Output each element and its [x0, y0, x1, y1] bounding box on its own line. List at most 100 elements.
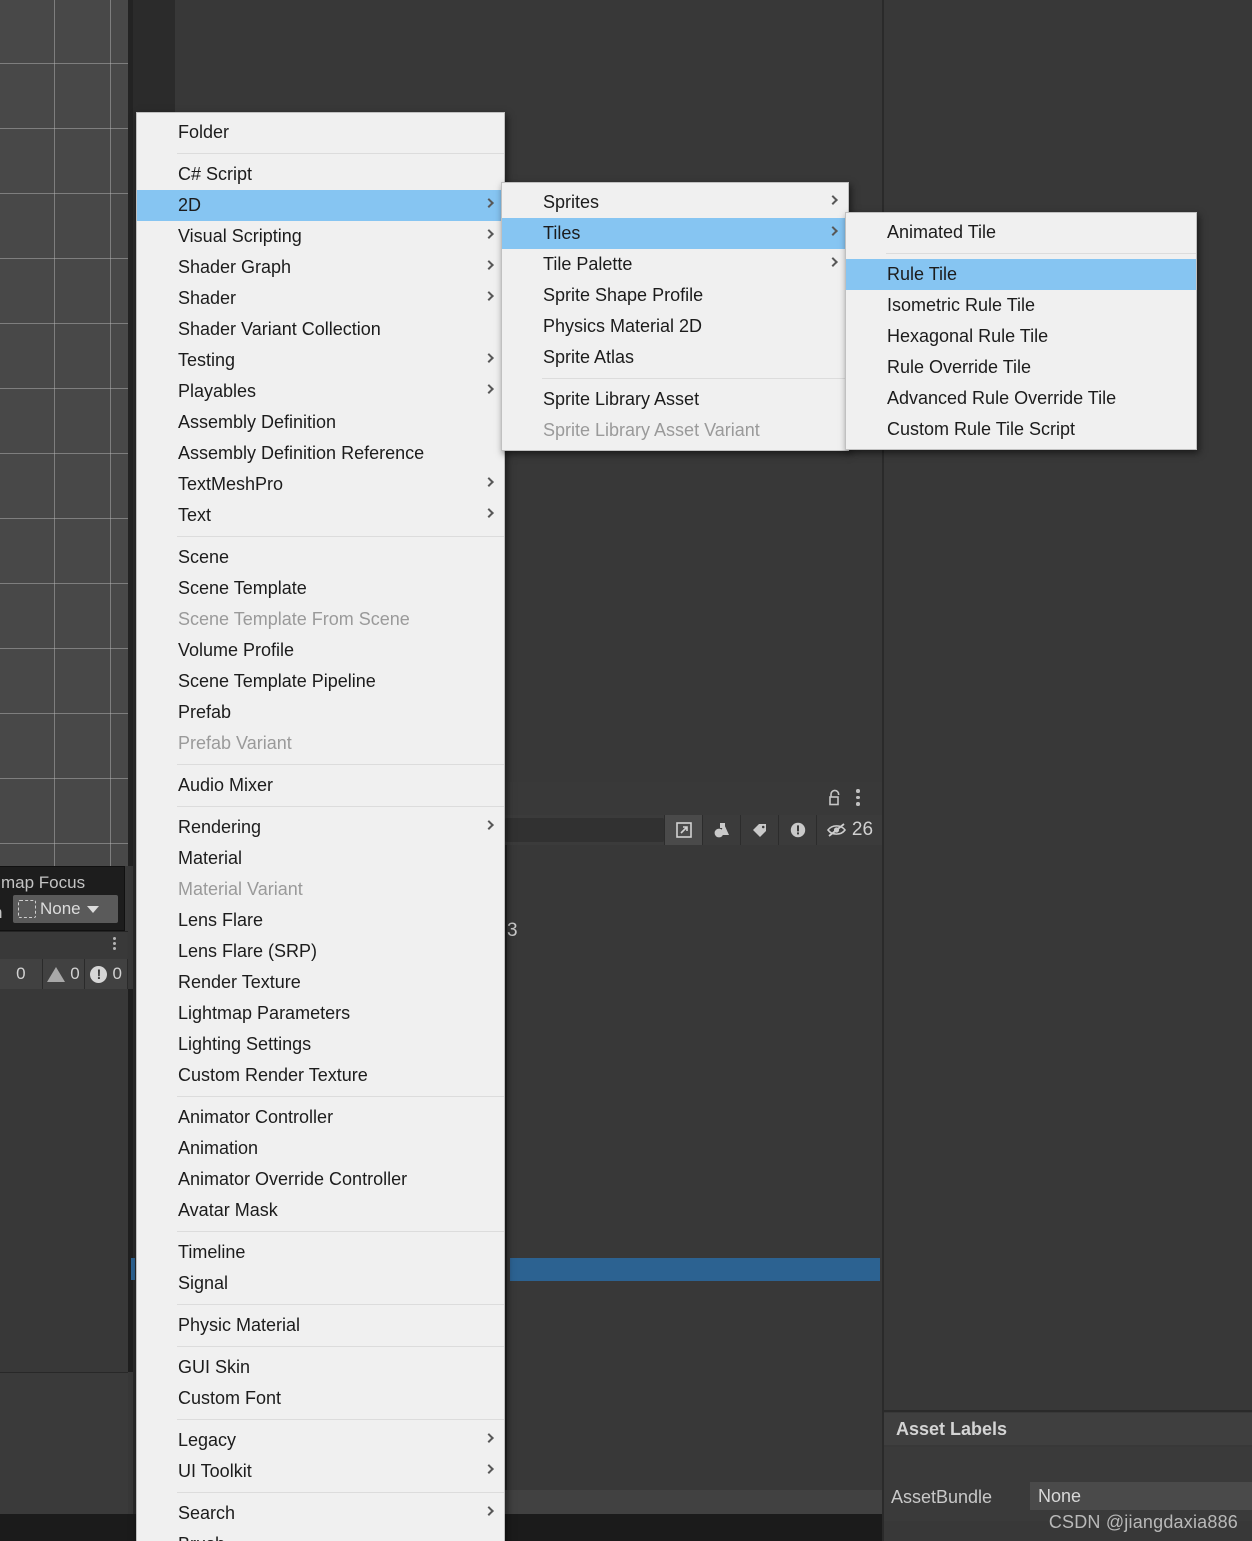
submenu-tiles-item-advanced-rule-override-tile[interactable]: Advanced Rule Override Tile: [846, 383, 1196, 414]
project-selected-row[interactable]: [510, 1258, 880, 1281]
console-warning-count[interactable]: 0: [42, 959, 86, 989]
lightmap-focus-title: map Focus: [1, 873, 86, 892]
menu-item-label: Isometric Rule Tile: [887, 295, 1036, 315]
chevron-right-icon: [484, 383, 494, 394]
menu-item-label: Animator Override Controller: [178, 1169, 408, 1189]
menu-item-label: Assembly Definition: [178, 412, 337, 432]
menu-item-shader[interactable]: Shader: [137, 283, 504, 314]
submenu-2d-item-tile-palette[interactable]: Tile Palette: [502, 249, 848, 280]
assetbundle-label: AssetBundle: [891, 1487, 993, 1507]
menu-item-audio-mixer[interactable]: Audio Mixer: [137, 770, 504, 801]
menu-item-render-texture[interactable]: Render Texture: [137, 967, 504, 998]
menu-item-shader-variant-collection[interactable]: Shader Variant Collection: [137, 314, 504, 345]
submenu-2d-item-sprite-shape-profile[interactable]: Sprite Shape Profile: [502, 280, 848, 311]
menu-item-label: Custom Font: [178, 1388, 282, 1408]
menu-item-lens-flare[interactable]: Lens Flare: [137, 905, 504, 936]
project-panel-menu-kebab-icon[interactable]: [856, 789, 860, 806]
assetbundle-dropdown[interactable]: None: [1030, 1482, 1252, 1510]
menu-item-prefab[interactable]: Prefab: [137, 697, 504, 728]
menu-item-search[interactable]: Search: [137, 1498, 504, 1529]
menu-item-animator-override-controller[interactable]: Animator Override Controller: [137, 1164, 504, 1195]
menu-item-rendering[interactable]: Rendering: [137, 812, 504, 843]
menu-item-label: Animated Tile: [887, 222, 997, 242]
submenu-2d-item-physics-material-2d[interactable]: Physics Material 2D: [502, 311, 848, 342]
lightmap-focus-overlay: map Focus n None: [0, 866, 125, 931]
menu-item-label: Sprites: [543, 192, 600, 212]
menu-item-timeline[interactable]: Timeline: [137, 1237, 504, 1268]
menu-item-testing[interactable]: Testing: [137, 345, 504, 376]
scene-view-grid[interactable]: [0, 0, 128, 866]
submenu-2d-item-sprite-atlas[interactable]: Sprite Atlas: [502, 342, 848, 373]
menu-item-scene-template-pipeline[interactable]: Scene Template Pipeline: [137, 666, 504, 697]
submenu-tiles-item-rule-override-tile[interactable]: Rule Override Tile: [846, 352, 1196, 383]
submenu-2d-item-sprite-library-asset[interactable]: Sprite Library Asset: [502, 384, 848, 415]
menu-item-legacy[interactable]: Legacy: [137, 1425, 504, 1456]
submenu-tiles-item-custom-rule-tile-script[interactable]: Custom Rule Tile Script: [846, 414, 1196, 445]
menu-item-label: UI Toolkit: [178, 1461, 252, 1481]
menu-item-text[interactable]: Text: [137, 500, 504, 531]
menu-item-label: Material Variant: [178, 879, 303, 899]
menu-item-animation[interactable]: Animation: [137, 1133, 504, 1164]
menu-item-ui-toolkit[interactable]: UI Toolkit: [137, 1456, 504, 1487]
submenu-tiles[interactable]: Animated Tile Rule Tile Isometric Rule Til…: [845, 212, 1197, 450]
menu-item-label: Audio Mixer: [178, 775, 274, 795]
chevron-right-icon: [484, 1505, 494, 1516]
lock-icon[interactable]: [826, 789, 844, 807]
menu-item-visual-scripting[interactable]: Visual Scripting: [137, 221, 504, 252]
project-panel-footer: [505, 1490, 882, 1514]
menu-item-signal[interactable]: Signal: [137, 1268, 504, 1299]
console-menu-kebab-icon[interactable]: [113, 937, 116, 950]
console-error-count-value: 0: [112, 964, 122, 983]
lightmap-focus-dropdown[interactable]: None: [13, 895, 118, 923]
menu-item-shader-graph[interactable]: Shader Graph: [137, 252, 504, 283]
menu-item-animator-controller[interactable]: Animator Controller: [137, 1102, 504, 1133]
create-asset-context-menu[interactable]: Folder C# Script 2D Visual Scripting Shader …: [136, 112, 505, 1541]
menu-item-custom-font[interactable]: Custom Font: [137, 1383, 504, 1414]
menu-item-custom-render-texture[interactable]: Custom Render Texture: [137, 1060, 504, 1091]
chevron-right-icon: [484, 352, 494, 363]
toolbar-labels-button[interactable]: [740, 815, 778, 845]
menu-item-volume-profile[interactable]: Volume Profile: [137, 635, 504, 666]
menu-item-2d[interactable]: 2D: [137, 190, 504, 221]
console-log-count[interactable]: 0: [0, 959, 43, 989]
submenu-tiles-item-animated-tile[interactable]: Animated Tile: [846, 217, 1196, 248]
menu-item-playables[interactable]: Playables: [137, 376, 504, 407]
submenu-2d-item-tiles[interactable]: Tiles: [502, 218, 848, 249]
menu-item-label: Material: [178, 848, 243, 868]
menu-item-lens-flare-srp[interactable]: Lens Flare (SRP): [137, 936, 504, 967]
menu-item-physic-material[interactable]: Physic Material: [137, 1310, 504, 1341]
menu-item-textmeshpro[interactable]: TextMeshPro: [137, 469, 504, 500]
submenu-2d[interactable]: Sprites Tiles Tile Palette Sprite Shape Pro…: [501, 182, 849, 451]
selection-edge-marker: [131, 1258, 135, 1280]
chevron-right-icon: [484, 259, 494, 270]
menu-item-c-script[interactable]: C# Script: [137, 159, 504, 190]
menu-item-gui-skin[interactable]: GUI Skin: [137, 1352, 504, 1383]
toolbar-open-in-new-button[interactable]: [664, 815, 702, 845]
menu-item-lighting-settings[interactable]: Lighting Settings: [137, 1029, 504, 1060]
toolbar-preview-button[interactable]: [702, 815, 740, 845]
menu-item-brush[interactable]: Brush: [137, 1529, 504, 1541]
toolbar-errors-button[interactable]: [778, 815, 816, 845]
menu-item-avatar-mask[interactable]: Avatar Mask: [137, 1195, 504, 1226]
menu-item-folder[interactable]: Folder: [137, 117, 504, 148]
submenu-tiles-item-isometric-rule-tile[interactable]: Isometric Rule Tile: [846, 290, 1196, 321]
menu-item-assembly-definition[interactable]: Assembly Definition: [137, 407, 504, 438]
menu-item-label: Physic Material: [178, 1315, 301, 1335]
submenu-tiles-item-hexagonal-rule-tile[interactable]: Hexagonal Rule Tile: [846, 321, 1196, 352]
menu-item-material[interactable]: Material: [137, 843, 504, 874]
menu-item-assembly-definition-reference[interactable]: Assembly Definition Reference: [137, 438, 504, 469]
menu-item-scene-template[interactable]: Scene Template: [137, 573, 504, 604]
toolbar-hidden-count-button[interactable]: 26: [816, 815, 882, 845]
menu-item-label: Lens Flare (SRP): [178, 941, 318, 961]
menu-separator: [177, 1419, 504, 1420]
menu-item-label: C# Script: [178, 164, 253, 184]
project-search-input[interactable]: [505, 818, 664, 842]
asset-labels-header[interactable]: Asset Labels: [884, 1413, 1252, 1445]
console-error-count[interactable]: ! 0: [85, 959, 129, 989]
inspector-divider: [884, 1410, 1252, 1412]
menu-item-lightmap-parameters[interactable]: Lightmap Parameters: [137, 998, 504, 1029]
menu-item-scene[interactable]: Scene: [137, 542, 504, 573]
submenu-tiles-item-rule-tile[interactable]: Rule Tile: [846, 259, 1196, 290]
submenu-2d-item-sprites[interactable]: Sprites: [502, 187, 848, 218]
chevron-right-icon: [828, 256, 838, 267]
